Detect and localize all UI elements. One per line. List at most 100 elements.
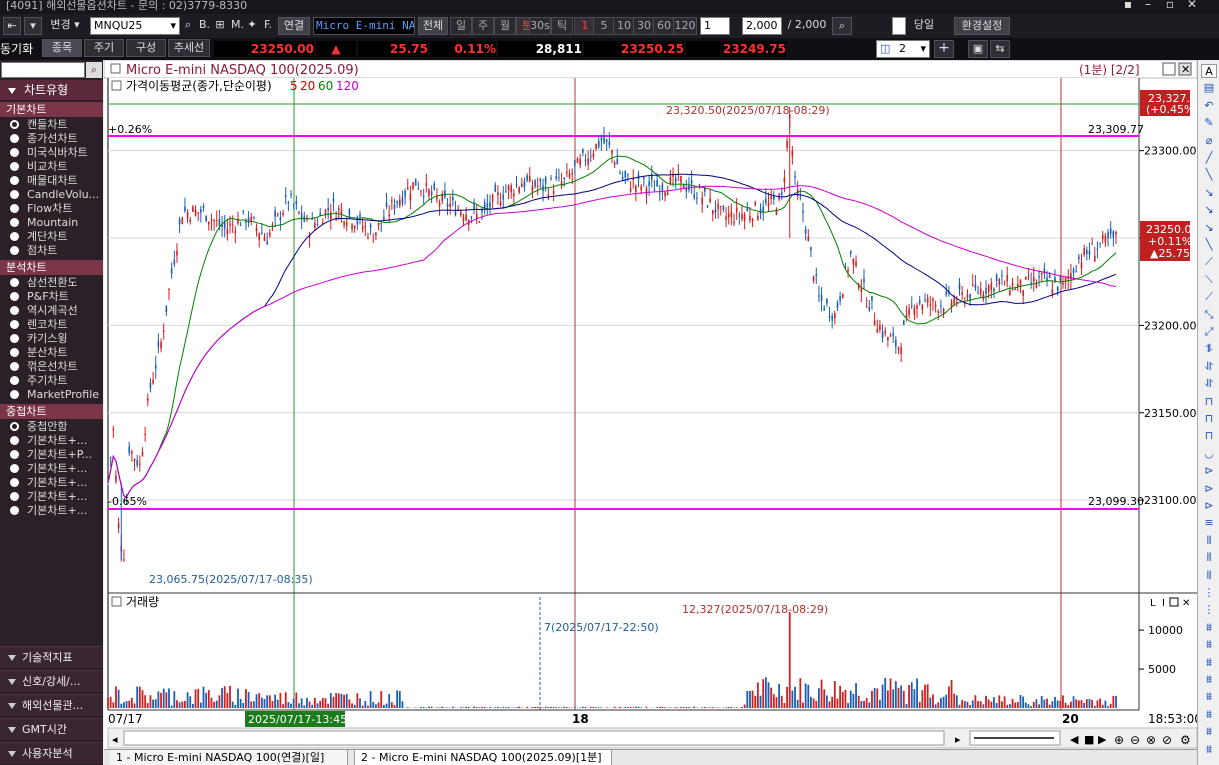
- basic-chart-item-1[interactable]: 종가선차트: [10, 132, 103, 146]
- b-button[interactable]: B.: [197, 17, 211, 35]
- radio-icon[interactable]: [10, 506, 19, 515]
- draw-tool-2-icon[interactable]: ↶: [1201, 99, 1217, 113]
- overlay-chart-item-6[interactable]: 기본차트+...: [10, 504, 103, 518]
- draw-tool-27-icon[interactable]: ⫴: [1201, 534, 1217, 548]
- tab-trendline[interactable]: 추세선: [168, 39, 210, 57]
- draw-tool-31-icon[interactable]: ⋮: [1201, 603, 1217, 617]
- basic-chart-item-2[interactable]: 미국식바차트: [10, 146, 103, 160]
- dropdown-icon[interactable]: ▾: [24, 17, 42, 35]
- swap-icon[interactable]: ⇆: [990, 40, 1010, 58]
- volume-checkbox[interactable]: [111, 596, 122, 607]
- radio-icon[interactable]: [10, 320, 19, 329]
- period-tick[interactable]: 틱: [551, 17, 573, 35]
- draw-tool-16-icon[interactable]: ⥮: [1201, 342, 1217, 356]
- zoom-reset-icon[interactable]: ⊗: [1146, 733, 1156, 747]
- basic-chart-item-4[interactable]: 매물대차트: [10, 174, 103, 188]
- radio-icon[interactable]: [10, 162, 19, 171]
- basic-chart-item-5[interactable]: CandleVolu...: [10, 188, 103, 202]
- overlay-chart-item-4[interactable]: 기본차트+...: [10, 476, 103, 490]
- draw-tool-20-icon[interactable]: ⊓: [1201, 412, 1217, 426]
- draw-tool-29-icon[interactable]: ⫴: [1201, 569, 1217, 583]
- analysis-chart-item-0[interactable]: 삼선전환도: [10, 276, 103, 290]
- analysis-chart-item-4[interactable]: 카기스윙: [10, 332, 103, 346]
- analysis-chart-item-3[interactable]: 렌코차트: [10, 318, 103, 332]
- draw-tool-15-icon[interactable]: ⤢: [1201, 325, 1217, 339]
- radio-icon[interactable]: [10, 464, 19, 473]
- draw-tool-10-icon[interactable]: ╲: [1201, 238, 1217, 252]
- interval-60[interactable]: 60: [653, 17, 675, 35]
- draw-tool-7-icon[interactable]: ↘: [1201, 186, 1217, 200]
- draw-tool-30-icon[interactable]: ⋮: [1201, 586, 1217, 600]
- prev-icon[interactable]: ◀: [1070, 733, 1079, 746]
- sidebar-item-indicators[interactable]: 기술적지표: [0, 646, 103, 668]
- all-button[interactable]: 전체: [418, 17, 448, 35]
- radio-icon[interactable]: [10, 204, 19, 213]
- volume-pane-controls[interactable]: L I ✕: [1150, 597, 1190, 609]
- radio-icon[interactable]: [10, 176, 19, 185]
- search-icon[interactable]: ⌕: [181, 17, 195, 35]
- radio-icon[interactable]: [10, 246, 19, 255]
- overlay-chart-header[interactable]: 중첩차트: [0, 404, 103, 419]
- ma-checkbox[interactable]: [111, 80, 122, 91]
- draw-tool-0-icon[interactable]: A: [1201, 64, 1217, 78]
- symbol-input[interactable]: MNQU25 ▾: [90, 17, 180, 35]
- chart-canvas[interactable]: Micro E-mini NASDAQ 100(2025.09) (1분) [2…: [104, 60, 1197, 765]
- analysis-chart-item-5[interactable]: 분산차트: [10, 346, 103, 360]
- analysis-chart-header[interactable]: 분석차트: [0, 260, 103, 275]
- zoom-out-icon[interactable]: ⊖: [1130, 733, 1140, 747]
- draw-tool-1-icon[interactable]: ▤: [1201, 81, 1217, 95]
- analysis-chart-item-2[interactable]: 역시계곡선: [10, 304, 103, 318]
- sidebar-item-gmt[interactable]: GMT시간: [0, 718, 103, 740]
- interval-10[interactable]: 10: [613, 17, 635, 35]
- chart-type-header[interactable]: 차트유형: [0, 80, 103, 100]
- stop-icon[interactable]: ■: [1084, 733, 1094, 746]
- unit-input[interactable]: 1: [700, 17, 730, 35]
- radio-icon[interactable]: [10, 390, 19, 399]
- basic-chart-item-9[interactable]: 점차트: [10, 244, 103, 258]
- radio-icon[interactable]: [10, 120, 19, 129]
- overlay-chart-item-5[interactable]: 기본차트+...: [10, 490, 103, 504]
- draw-tool-13-icon[interactable]: ⟋: [1201, 290, 1217, 304]
- tab-minute-chart[interactable]: 2 - Micro E-mini NASDAQ 100(2025.09)[1분]: [354, 750, 612, 765]
- basic-chart-item-0[interactable]: 캔들차트: [10, 118, 103, 132]
- basic-chart-item-6[interactable]: Flow차트: [10, 202, 103, 216]
- radio-icon[interactable]: [10, 306, 19, 315]
- add-icon[interactable]: +: [934, 40, 954, 58]
- radio-icon[interactable]: [10, 148, 19, 157]
- draw-tool-34-icon[interactable]: ⩩: [1201, 656, 1217, 670]
- overlay-chart-item-3[interactable]: 기본차트+...: [10, 462, 103, 476]
- radio-icon[interactable]: [10, 362, 19, 371]
- radio-icon[interactable]: [10, 348, 19, 357]
- draw-tool-32-icon[interactable]: ⩩: [1201, 621, 1217, 635]
- radio-icon[interactable]: [10, 492, 19, 501]
- chart-settings-icon[interactable]: ⚙: [1180, 733, 1191, 747]
- sidebar-search-input[interactable]: [1, 62, 85, 78]
- draw-tool-4-icon[interactable]: ⌀: [1201, 134, 1217, 148]
- overlay-chart-item-1[interactable]: 기본차트+...: [10, 434, 103, 448]
- draw-tool-22-icon[interactable]: ◡: [1201, 447, 1217, 461]
- draw-tool-6-icon[interactable]: ╲: [1201, 168, 1217, 182]
- draw-tool-23-icon[interactable]: ⊳: [1201, 464, 1217, 478]
- draw-tool-8-icon[interactable]: ↘: [1201, 203, 1217, 217]
- period-month[interactable]: 월: [494, 17, 516, 35]
- interval-120[interactable]: 120: [673, 17, 697, 35]
- draw-tool-11-icon[interactable]: ⟋: [1201, 255, 1217, 269]
- radio-icon[interactable]: [10, 292, 19, 301]
- draw-tool-33-icon[interactable]: ⩩: [1201, 638, 1217, 652]
- analysis-chart-item-7[interactable]: 주기차트: [10, 374, 103, 388]
- radio-icon[interactable]: [10, 422, 19, 431]
- draw-tool-35-icon[interactable]: ⩩: [1201, 673, 1217, 687]
- draw-tool-14-icon[interactable]: ⤡: [1201, 308, 1217, 322]
- draw-tool-9-icon[interactable]: ↘: [1201, 221, 1217, 235]
- maximize-pane-icon[interactable]: [1162, 62, 1176, 76]
- sidebar-item-futures[interactable]: 해외선물관...: [0, 694, 103, 716]
- header-checkbox[interactable]: [110, 63, 121, 74]
- basic-chart-header[interactable]: 기본차트: [0, 102, 103, 117]
- m-button[interactable]: M.: [229, 17, 243, 35]
- minimize-icon[interactable]: –: [1140, 0, 1156, 12]
- period-week[interactable]: 주: [472, 17, 494, 35]
- analysis-chart-item-6[interactable]: 꺾은선차트: [10, 360, 103, 374]
- change-button[interactable]: 변경 ▾: [43, 17, 87, 35]
- period-30s[interactable]: 30s: [529, 17, 551, 35]
- count-input[interactable]: 2,000: [742, 17, 782, 35]
